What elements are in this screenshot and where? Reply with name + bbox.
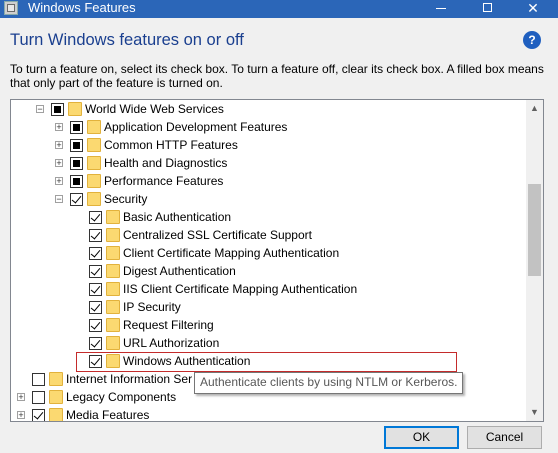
collapse-icon[interactable]: − — [55, 195, 63, 204]
tree-item-label: Common HTTP Features — [104, 138, 238, 152]
tree-item-label: Performance Features — [104, 174, 224, 188]
collapse-icon[interactable]: − — [36, 105, 44, 114]
folder-icon — [106, 318, 120, 332]
folder-icon — [106, 282, 120, 296]
close-button[interactable]: ✕ — [510, 0, 556, 18]
folder-icon — [49, 372, 63, 386]
feature-checkbox[interactable] — [89, 283, 102, 296]
tree-item-client-certificate-mapping-authentication[interactable]: Client Certificate Mapping Authenticatio… — [11, 244, 531, 262]
maximize-button[interactable] — [464, 0, 510, 18]
ok-button[interactable]: OK — [384, 426, 459, 449]
tree-item-label: IP Security — [123, 300, 181, 314]
expand-icon[interactable]: + — [17, 393, 25, 402]
feature-checkbox[interactable] — [32, 409, 45, 421]
close-icon: ✕ — [527, 0, 539, 16]
folder-icon — [87, 120, 101, 134]
tree-item-label: Internet Information Ser — [66, 372, 193, 386]
expand-icon[interactable]: + — [55, 159, 63, 168]
folder-icon — [87, 192, 101, 206]
tree-item-label: Client Certificate Mapping Authenticatio… — [123, 246, 340, 260]
expand-icon[interactable]: + — [55, 177, 63, 186]
tree-item-application-development-features[interactable]: + Application Development Features — [11, 118, 531, 136]
minimize-icon — [436, 8, 446, 9]
folder-icon — [87, 174, 101, 188]
expand-icon[interactable]: + — [55, 141, 63, 150]
tree-item-url-authorization[interactable]: URL Authorization — [11, 334, 531, 352]
tree-item-security[interactable]: − Security — [11, 190, 531, 208]
selected-item-highlight — [76, 352, 457, 372]
tree-item-basic-authentication[interactable]: Basic Authentication — [11, 208, 531, 226]
expand-icon[interactable]: + — [55, 123, 63, 132]
tree-item-world-wide-web-services[interactable]: − World Wide Web Services — [11, 100, 531, 118]
feature-checkbox[interactable] — [89, 211, 102, 224]
folder-icon — [106, 210, 120, 224]
tree-item-iis-client-certificate-mapping-authentication[interactable]: IIS Client Certificate Mapping Authentic… — [11, 280, 531, 298]
page-title: Turn Windows features on or off — [10, 31, 244, 49]
instructions-text: To turn a feature on, select its check b… — [10, 62, 544, 90]
folder-icon — [87, 138, 101, 152]
tree-item-label: World Wide Web Services — [85, 102, 224, 116]
feature-checkbox[interactable] — [89, 265, 102, 278]
tree-item-label: Security — [104, 192, 148, 206]
feature-checkbox[interactable] — [51, 103, 64, 116]
title-bar: Windows Features ✕ — [0, 0, 558, 18]
feature-checkbox[interactable] — [70, 175, 83, 188]
tree-item-request-filtering[interactable]: Request Filtering — [11, 316, 531, 334]
feature-checkbox[interactable] — [89, 337, 102, 350]
feature-checkbox[interactable] — [89, 319, 102, 332]
folder-icon — [106, 264, 120, 278]
scrollbar-thumb[interactable] — [528, 184, 541, 276]
tooltip: Authenticate clients by using NTLM or Ke… — [194, 372, 464, 394]
feature-checkbox[interactable] — [89, 229, 102, 242]
expand-icon[interactable]: + — [17, 411, 25, 420]
folder-icon — [68, 102, 82, 116]
folder-icon — [49, 408, 63, 421]
cancel-button[interactable]: Cancel — [467, 426, 542, 449]
tree-item-digest-authentication[interactable]: Digest Authentication — [11, 262, 531, 280]
tree-item-label: Centralized SSL Certificate Support — [123, 228, 312, 242]
feature-checkbox[interactable] — [89, 301, 102, 314]
folder-icon — [87, 156, 101, 170]
windows-features-app-icon — [4, 1, 18, 15]
tree-item-label: IIS Client Certificate Mapping Authentic… — [123, 282, 358, 296]
tree-item-label: Request Filtering — [123, 318, 214, 332]
tree-item-centralized-ssl-certificate-support[interactable]: Centralized SSL Certificate Support — [11, 226, 531, 244]
tree-item-label: URL Authorization — [123, 336, 220, 350]
folder-icon — [49, 390, 63, 404]
feature-checkbox[interactable] — [70, 157, 83, 170]
tree-scrollbar[interactable]: ▲ ▼ — [526, 100, 543, 421]
tree-item-health-and-diagnostics[interactable]: + Health and Diagnostics — [11, 154, 531, 172]
tree-item-common-http-features[interactable]: + Common HTTP Features — [11, 136, 531, 154]
tree-item-label: Legacy Components — [66, 390, 177, 404]
feature-checkbox[interactable] — [32, 373, 45, 386]
feature-checkbox[interactable] — [70, 193, 83, 206]
help-icon[interactable]: ? — [523, 31, 541, 49]
scroll-up-icon[interactable]: ▲ — [526, 100, 543, 117]
maximize-icon — [482, 3, 492, 12]
tree-item-performance-features[interactable]: + Performance Features — [11, 172, 531, 190]
feature-checkbox[interactable] — [89, 247, 102, 260]
folder-icon — [106, 336, 120, 350]
window-title: Windows Features — [28, 0, 136, 15]
tree-item-media-features[interactable]: + Media Features — [11, 406, 531, 422]
feature-checkbox[interactable] — [70, 121, 83, 134]
tree-item-label: Media Features — [66, 408, 150, 422]
feature-checkbox[interactable] — [70, 139, 83, 152]
feature-checkbox[interactable] — [32, 391, 45, 404]
tree-item-label: Health and Diagnostics — [104, 156, 228, 170]
tree-item-label: Application Development Features — [104, 120, 288, 134]
folder-icon — [106, 246, 120, 260]
scroll-down-icon[interactable]: ▼ — [526, 404, 543, 421]
tree-item-ip-security[interactable]: IP Security — [11, 298, 531, 316]
minimize-button[interactable] — [418, 0, 464, 18]
folder-icon — [106, 228, 120, 242]
tree-item-label: Basic Authentication — [123, 210, 232, 224]
tree-item-label: Digest Authentication — [123, 264, 236, 278]
folder-icon — [106, 300, 120, 314]
